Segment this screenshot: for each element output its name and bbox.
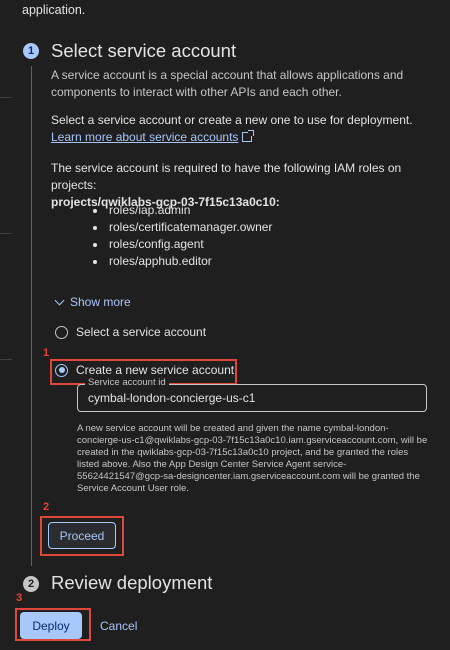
step-title: Review deployment <box>51 572 213 593</box>
divider <box>0 97 12 98</box>
service-account-note: A new service account will be created an… <box>77 423 428 494</box>
role-item: roles/iap.admin <box>93 202 272 219</box>
iam-intro: The service account is required to have … <box>51 161 402 192</box>
service-account-id-label: Service account id <box>85 377 169 388</box>
proceed-button[interactable]: Proceed <box>48 522 116 549</box>
learn-more-link-text: Learn more about service accounts <box>51 130 239 144</box>
service-account-id-value[interactable]: cymbal-london-concierge-us-c1 <box>88 391 255 405</box>
show-more-toggle[interactable]: Show more <box>54 295 131 309</box>
step-description: A service account is a special account t… <box>51 68 404 99</box>
roles-list: roles/iap.admin roles/certificatemanager… <box>93 202 272 270</box>
stepper-connector-line <box>31 66 32 566</box>
annotation-marker: 1 <box>43 347 50 359</box>
show-more-label: Show more <box>70 295 131 309</box>
truncated-text: application. <box>22 3 86 17</box>
radio-select-service-account[interactable]: Select a service account <box>55 325 206 339</box>
step-number-badge: 2 <box>23 576 39 592</box>
select-instructions: Select a service account or create a new… <box>51 112 431 146</box>
chevron-down-icon <box>54 295 65 305</box>
role-item: roles/apphub.editor <box>93 253 272 270</box>
radio-button[interactable] <box>55 325 68 339</box>
select-instructions-text: Select a service account or create a new… <box>51 113 413 127</box>
divider <box>0 233 12 234</box>
deploy-button[interactable]: Deploy <box>20 612 82 639</box>
cancel-button[interactable]: Cancel <box>96 612 141 639</box>
external-link-icon <box>242 130 255 142</box>
role-item: roles/config.agent <box>93 236 272 253</box>
learn-more-link[interactable]: Learn more about service accounts <box>51 130 255 144</box>
step-number-badge: 1 <box>23 43 39 59</box>
annotation-marker: 2 <box>43 501 50 513</box>
radio-label: Select a service account <box>76 325 207 339</box>
role-item: roles/certificatemanager.owner <box>93 219 272 236</box>
step-title: Select service account <box>51 40 237 61</box>
divider <box>0 359 12 360</box>
annotation-marker: 3 <box>16 592 23 604</box>
